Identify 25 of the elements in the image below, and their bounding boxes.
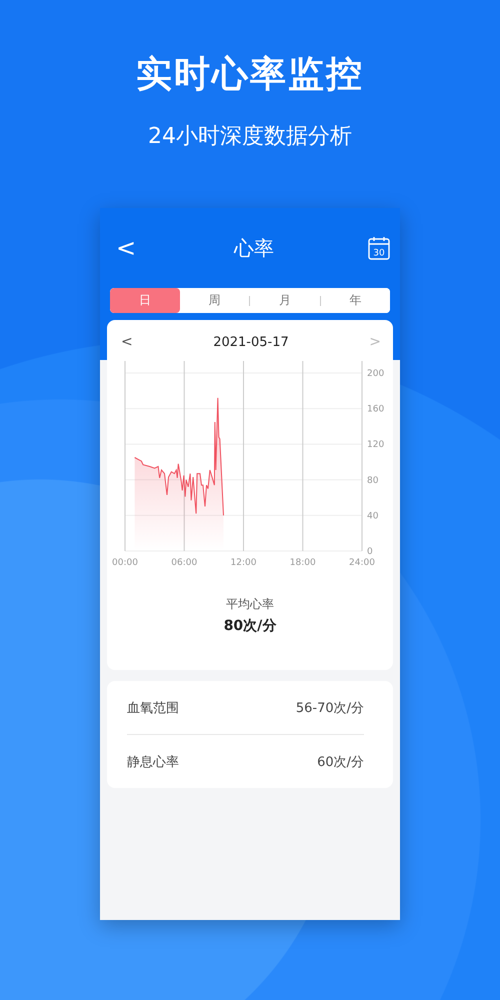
y-tick-label: 120 bbox=[367, 440, 384, 450]
x-tick-label: 06:00 bbox=[171, 558, 198, 568]
date-label: 2021-05-17 bbox=[213, 334, 289, 350]
stat-value: 60次/分 bbox=[317, 754, 364, 770]
x-tick-label: 24:00 bbox=[349, 558, 375, 568]
y-tick-label: 160 bbox=[367, 404, 384, 415]
stat-label: 血氧范围 bbox=[127, 700, 179, 716]
x-tick-label: 18:00 bbox=[290, 558, 316, 568]
average-label: 平均心率 bbox=[226, 596, 274, 613]
x-tick-label: 12:00 bbox=[230, 558, 256, 568]
back-button[interactable]: < bbox=[112, 234, 140, 262]
period-tab[interactable]: 日 bbox=[110, 288, 180, 313]
subheadline: 24小时深度数据分析 bbox=[148, 123, 352, 151]
y-tick-label: 0 bbox=[367, 547, 373, 557]
page-title: 心率 bbox=[234, 234, 274, 262]
previous-day-button[interactable]: < bbox=[121, 334, 133, 350]
x-tick-label: 00:00 bbox=[112, 558, 138, 568]
y-tick-label: 80 bbox=[367, 476, 378, 486]
stat-value: 56-70次/分 bbox=[296, 700, 364, 716]
stat-label: 静息心率 bbox=[127, 754, 179, 770]
headline: 实时心率监控 bbox=[136, 53, 364, 97]
calendar-icon[interactable]: 30 bbox=[368, 236, 390, 260]
y-tick-label: 40 bbox=[367, 511, 378, 522]
y-tick-label: 200 bbox=[367, 369, 384, 379]
average-value: 80次/分 bbox=[224, 617, 276, 635]
